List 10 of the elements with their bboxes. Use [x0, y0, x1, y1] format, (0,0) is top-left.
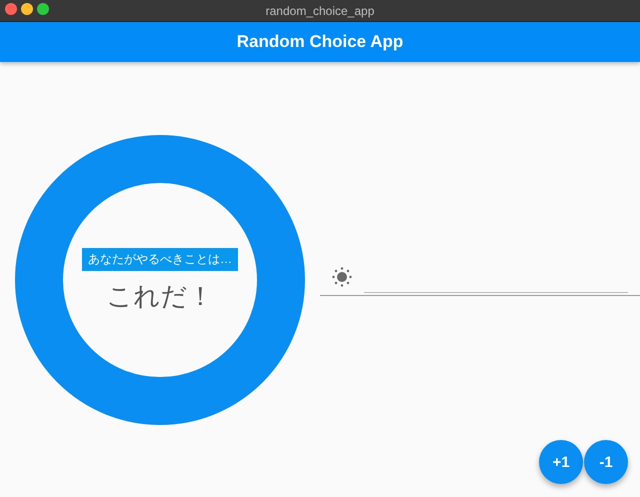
zoom-button[interactable] [37, 3, 49, 15]
answer-text: これだ！ [106, 280, 214, 313]
round-button[interactable]: +1 [539, 440, 583, 484]
window-title: random_choice_app [266, 4, 374, 18]
close-button[interactable] [5, 3, 17, 15]
app-title: Random Choice App [236, 32, 404, 52]
brightness-icon [332, 266, 352, 286]
caption-label: あなたがやるべきことは… [82, 248, 238, 271]
minimize-button[interactable] [21, 3, 33, 15]
round-button[interactable]: -1 [584, 440, 628, 484]
